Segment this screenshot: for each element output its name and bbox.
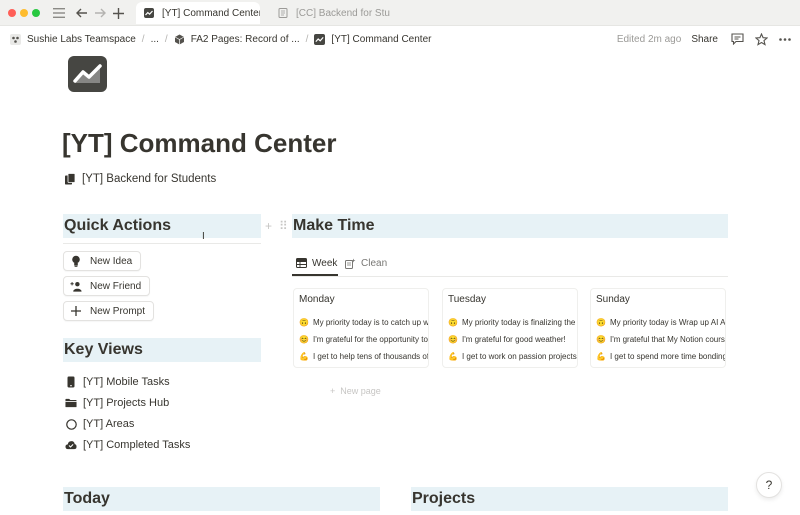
tab-label: Week [312, 257, 338, 269]
make-time-heading[interactable]: Make Time [292, 214, 728, 238]
backlink-backend-for-students[interactable]: [YT] Backend for Students [64, 173, 216, 185]
folder-icon [65, 397, 77, 409]
plus-icon [70, 305, 82, 317]
phone-icon [65, 376, 77, 388]
drag-handle-icon[interactable]: ⠿ [279, 219, 288, 233]
lightbulb-icon [70, 255, 82, 267]
teamspace-icon [10, 33, 21, 45]
backlink-label: [YT] Backend for Students [82, 173, 217, 185]
clean-sparkle-icon [345, 258, 356, 269]
document-icon [278, 8, 288, 18]
board-card[interactable] [442, 288, 578, 368]
sidebar-toggle-icon[interactable] [50, 4, 68, 22]
key-view-areas[interactable]: [YT] Areas [65, 418, 134, 430]
minimize-window-button[interactable] [20, 9, 28, 17]
more-options-icon[interactable] [778, 32, 792, 46]
divider [292, 276, 728, 277]
breadcrumb-item-command-center[interactable]: [YT] Command Center [314, 33, 432, 45]
key-view-label: [YT] Projects Hub [83, 397, 170, 409]
trending-chart-icon [72, 64, 102, 83]
board-card[interactable] [293, 288, 429, 368]
window-titlebar: [YT] Command Center [CC] Backend for Stu… [0, 0, 800, 26]
button-label: New Idea [90, 255, 133, 267]
new-prompt-button[interactable]: New Prompt [63, 301, 155, 321]
key-view-completed-tasks[interactable]: [YT] Completed Tasks [65, 439, 190, 451]
divider [63, 243, 261, 244]
close-window-button[interactable] [8, 9, 16, 17]
circle-icon [65, 418, 77, 430]
key-view-mobile-tasks[interactable]: [YT] Mobile Tasks [65, 376, 170, 388]
key-view-label: [YT] Areas [83, 418, 135, 430]
comment-icon[interactable] [730, 32, 744, 46]
breadcrumb-separator: / [141, 33, 145, 45]
table-icon [296, 258, 307, 268]
new-idea-button[interactable]: New Idea [63, 251, 142, 271]
key-view-projects-hub[interactable]: [YT] Projects Hub [65, 397, 169, 409]
tab-clean[interactable]: Clean [345, 256, 387, 270]
new-tab-plus-icon[interactable] [109, 4, 127, 22]
plus-icon: + [330, 386, 336, 396]
breadcrumb-separator: / [164, 33, 168, 45]
box-icon [174, 34, 184, 44]
breadcrumb-item-ellipsis[interactable]: ... [151, 34, 159, 45]
button-label: New Prompt [90, 305, 146, 317]
breadcrumb-label: FA2 Pages: Record of ... [190, 33, 300, 45]
new-friend-button[interactable]: New Friend [63, 276, 151, 296]
button-label: New Friend [90, 280, 142, 292]
breadcrumb-label: ... [150, 33, 159, 45]
tab-label: [YT] Command Center [162, 7, 260, 19]
key-view-label: [YT] Mobile Tasks [83, 376, 170, 388]
chart-page-icon [314, 33, 326, 45]
edited-timestamp: Edited 2m ago [616, 33, 682, 45]
board-column-monday[interactable]: Monday 🙃 My priority today is to catch up… [293, 288, 429, 368]
breadcrumb-label: [YT] Command Center [331, 33, 432, 45]
forward-arrow-icon[interactable] [91, 4, 109, 22]
projects-heading[interactable]: Projects [411, 487, 728, 511]
key-views-heading[interactable]: Key Views [63, 338, 261, 362]
add-block-icon[interactable]: + [265, 219, 272, 233]
help-button[interactable]: ? [756, 472, 782, 498]
quick-actions-heading[interactable]: Quick Actions [63, 214, 261, 238]
breadcrumb-label: Sushie Labs Teamspace [27, 33, 136, 45]
tab-week[interactable]: Week [296, 256, 337, 270]
cloud-check-icon [65, 439, 77, 451]
key-view-label: [YT] Completed Tasks [83, 439, 191, 451]
documents-icon [65, 173, 76, 185]
new-page-button[interactable]: + New page [330, 386, 381, 396]
maximize-window-button[interactable] [32, 9, 40, 17]
star-icon[interactable] [754, 32, 768, 46]
breadcrumb: Sushie Labs Teamspace / ... / FA2 Pages:… [0, 27, 800, 51]
page-title[interactable]: [YT] Command Center [62, 128, 336, 159]
tab-label: [CC] Backend for Stud [296, 7, 390, 19]
board-card[interactable] [590, 288, 726, 368]
share-button[interactable]: Share [691, 34, 718, 45]
board-column-sunday[interactable]: Sunday 🙃 My priority today is Wrap up AI … [590, 288, 726, 368]
tab-label: Clean [361, 257, 388, 269]
breadcrumb-item-teamspace[interactable]: Sushie Labs Teamspace [10, 33, 136, 45]
page-icon[interactable] [68, 56, 107, 92]
add-person-icon [70, 280, 82, 292]
breadcrumb-separator: / [305, 33, 309, 45]
board-column-tuesday[interactable]: Tuesday 🙃 My priority today is finalizing… [442, 288, 578, 368]
today-heading[interactable]: Today [63, 487, 380, 511]
new-page-label: New page [340, 386, 381, 396]
text-cursor-icon: I [202, 231, 205, 242]
chart-page-icon [144, 8, 154, 18]
breadcrumb-item-fa2-pages[interactable]: FA2 Pages: Record of ... [174, 34, 300, 45]
back-arrow-icon[interactable] [73, 4, 91, 22]
help-icon: ? [765, 478, 773, 492]
tab-backend-for-students[interactable]: [CC] Backend for Stud [270, 2, 390, 24]
tab-command-center[interactable]: [YT] Command Center [136, 2, 260, 24]
